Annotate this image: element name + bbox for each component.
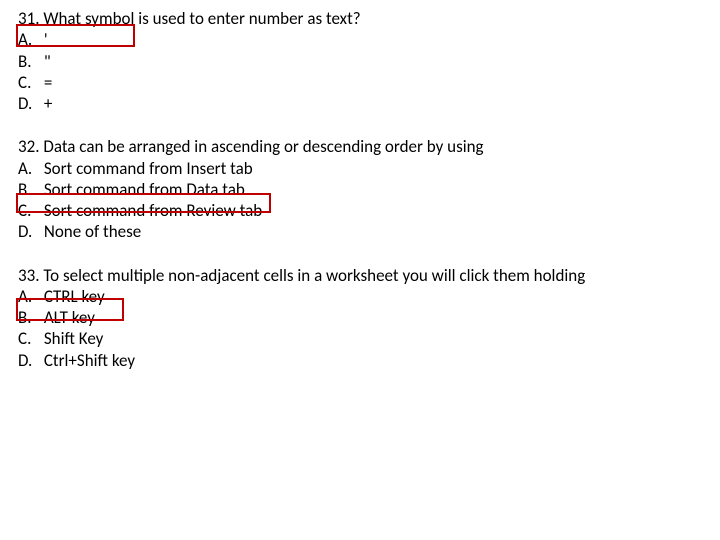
question-31: 31. What symbol is used to enter number …: [18, 8, 702, 114]
option-label: C.: [18, 72, 40, 93]
option-label: C.: [18, 328, 40, 349]
question-33-option-b: B. ALT key: [18, 307, 702, 328]
option-text: ALT key: [44, 307, 95, 328]
question-31-option-c: C. =: [18, 72, 702, 93]
question-33-number: 33.: [18, 265, 40, 286]
question-31-option-a: A. ': [18, 29, 702, 50]
question-33-option-c: C. Shift Key: [18, 328, 702, 349]
question-33-text: To select multiple non-adjacent cells in…: [43, 265, 585, 286]
option-label: A.: [18, 286, 40, 307]
option-label: D.: [18, 221, 40, 242]
question-32: 32. Data can be arranged in ascending or…: [18, 136, 702, 242]
question-33-option-d: D. Ctrl+Shift key: [18, 350, 702, 371]
option-label: B.: [18, 179, 40, 200]
question-33-prompt: 33. To select multiple non-adjacent cell…: [18, 265, 702, 286]
option-label: D.: [18, 93, 40, 114]
question-31-number: 31.: [18, 8, 40, 29]
question-31-prompt: 31. What symbol is used to enter number …: [18, 8, 702, 29]
question-32-option-a: A. Sort command from Insert tab: [18, 158, 702, 179]
question-32-number: 32.: [18, 136, 40, 157]
question-31-option-d: D. +: [18, 93, 702, 114]
option-text: CTRL key: [44, 286, 105, 307]
option-label: B.: [18, 51, 40, 72]
question-31-text: What symbol is used to enter number as t…: [43, 8, 360, 29]
question-33-option-a: A. CTRL key: [18, 286, 702, 307]
question-32-option-b: B. Sort command from Data tab: [18, 179, 702, 200]
question-33: 33. To select multiple non-adjacent cell…: [18, 265, 702, 371]
option-label: A.: [18, 158, 40, 179]
option-text: Ctrl+Shift key: [44, 350, 135, 371]
option-label: D.: [18, 350, 40, 371]
question-31-option-b: B. ": [18, 51, 702, 72]
option-label: C.: [18, 200, 40, 221]
quiz-page: 31. What symbol is used to enter number …: [0, 0, 720, 540]
question-32-option-d: D. None of these: [18, 221, 702, 242]
option-text: None of these: [44, 221, 141, 242]
question-32-option-c: C. Sort command from Review tab: [18, 200, 702, 221]
question-32-prompt: 32. Data can be arranged in ascending or…: [18, 136, 702, 157]
option-text: ": [44, 51, 51, 72]
option-text: Shift Key: [44, 328, 104, 349]
option-label: B.: [18, 307, 40, 328]
option-text: ': [44, 29, 48, 50]
option-text: =: [44, 72, 52, 93]
option-text: Sort command from Data tab: [44, 179, 245, 200]
question-32-text: Data can be arranged in ascending or des…: [43, 136, 483, 157]
option-text: Sort command from Review tab: [44, 200, 262, 221]
option-text: +: [44, 93, 52, 114]
option-label: A.: [18, 29, 40, 50]
option-text: Sort command from Insert tab: [44, 158, 253, 179]
